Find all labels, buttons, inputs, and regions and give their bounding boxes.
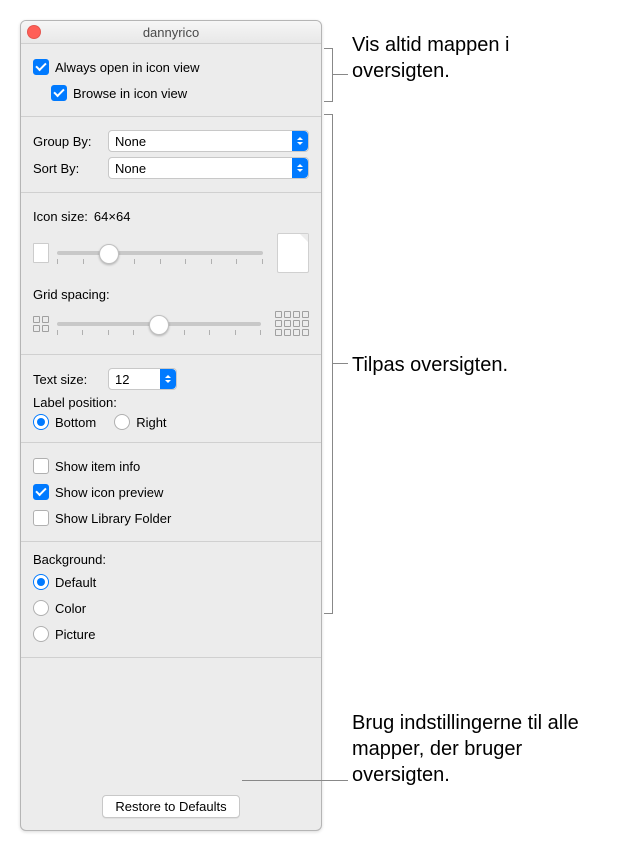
label-bottom-radio[interactable] [33, 414, 49, 430]
view-options-window: dannyrico Always open in icon view Brows… [20, 20, 322, 831]
slider-thumb[interactable] [149, 315, 169, 335]
background-default-label: Default [55, 575, 96, 590]
label-bottom-text: Bottom [55, 415, 96, 430]
browse-label: Browse in icon view [73, 86, 187, 101]
grid-loose-icon [275, 311, 309, 336]
grid-tight-icon [33, 316, 49, 332]
annotation-3: Brug indstillingerne til alle mapper, de… [352, 710, 597, 788]
label-right-radio[interactable] [114, 414, 130, 430]
show-icon-preview-label: Show icon preview [55, 485, 163, 500]
window-title: dannyrico [21, 25, 321, 40]
section-show: Show item info Show icon preview Show Li… [21, 443, 321, 542]
grid-spacing-slider[interactable] [57, 322, 261, 326]
show-item-info-checkbox[interactable] [33, 458, 49, 474]
footer-area: Restore to Defaults [21, 658, 321, 830]
show-library-label: Show Library Folder [55, 511, 171, 526]
section-background: Background: Default Color Picture [21, 542, 321, 658]
sort-by-value: None [115, 161, 146, 176]
text-size-label: Text size: [33, 372, 108, 387]
restore-defaults-button[interactable]: Restore to Defaults [102, 795, 239, 818]
background-picture-radio[interactable] [33, 626, 49, 642]
titlebar: dannyrico [21, 21, 321, 44]
section-icon-size: Icon size: 64×64 Grid spacing: [21, 193, 321, 355]
grid-spacing-label: Grid spacing: [33, 287, 110, 302]
show-icon-preview-checkbox[interactable] [33, 484, 49, 500]
annotation-1: Vis altid mappen i oversigten. [352, 32, 597, 84]
text-size-value: 12 [115, 372, 129, 387]
background-default-radio[interactable] [33, 574, 49, 590]
popup-arrows-icon [292, 158, 308, 178]
icon-size-label: Icon size: [33, 209, 88, 224]
section-arrange: Group By: None Sort By: None [21, 117, 321, 193]
background-color-radio[interactable] [33, 600, 49, 616]
slider-thumb[interactable] [99, 244, 119, 264]
callout-line [332, 74, 348, 75]
callout-bracket [324, 48, 333, 102]
background-picture-label: Picture [55, 627, 95, 642]
text-size-popup[interactable]: 12 [108, 368, 177, 390]
always-open-label: Always open in icon view [55, 60, 200, 75]
browse-checkbox[interactable] [51, 85, 67, 101]
annotation-2: Tilpas oversigten. [352, 352, 508, 378]
file-large-icon [277, 233, 309, 273]
callout-bracket [324, 114, 333, 614]
label-position-heading: Label position: [33, 395, 309, 410]
callout-line [332, 363, 348, 364]
sort-by-label: Sort By: [33, 161, 108, 176]
background-color-label: Color [55, 601, 86, 616]
file-small-icon [33, 243, 49, 263]
sort-by-popup[interactable]: None [108, 157, 309, 179]
icon-size-value: 64×64 [94, 209, 131, 224]
group-by-value: None [115, 134, 146, 149]
popup-arrows-icon [160, 369, 176, 389]
section-view-mode: Always open in icon view Browse in icon … [21, 44, 321, 117]
popup-arrows-icon [292, 131, 308, 151]
always-open-checkbox[interactable] [33, 59, 49, 75]
section-text: Text size: 12 Label position: Bottom Rig… [21, 355, 321, 443]
background-heading: Background: [33, 552, 309, 567]
restore-defaults-label: Restore to Defaults [115, 799, 226, 814]
show-library-checkbox[interactable] [33, 510, 49, 526]
group-by-label: Group By: [33, 134, 108, 149]
icon-size-slider[interactable] [57, 251, 263, 255]
show-item-info-label: Show item info [55, 459, 140, 474]
label-right-text: Right [136, 415, 166, 430]
group-by-popup[interactable]: None [108, 130, 309, 152]
callout-line [242, 780, 348, 781]
annotations-area: Vis altid mappen i oversigten. Tilpas ov… [322, 20, 597, 831]
